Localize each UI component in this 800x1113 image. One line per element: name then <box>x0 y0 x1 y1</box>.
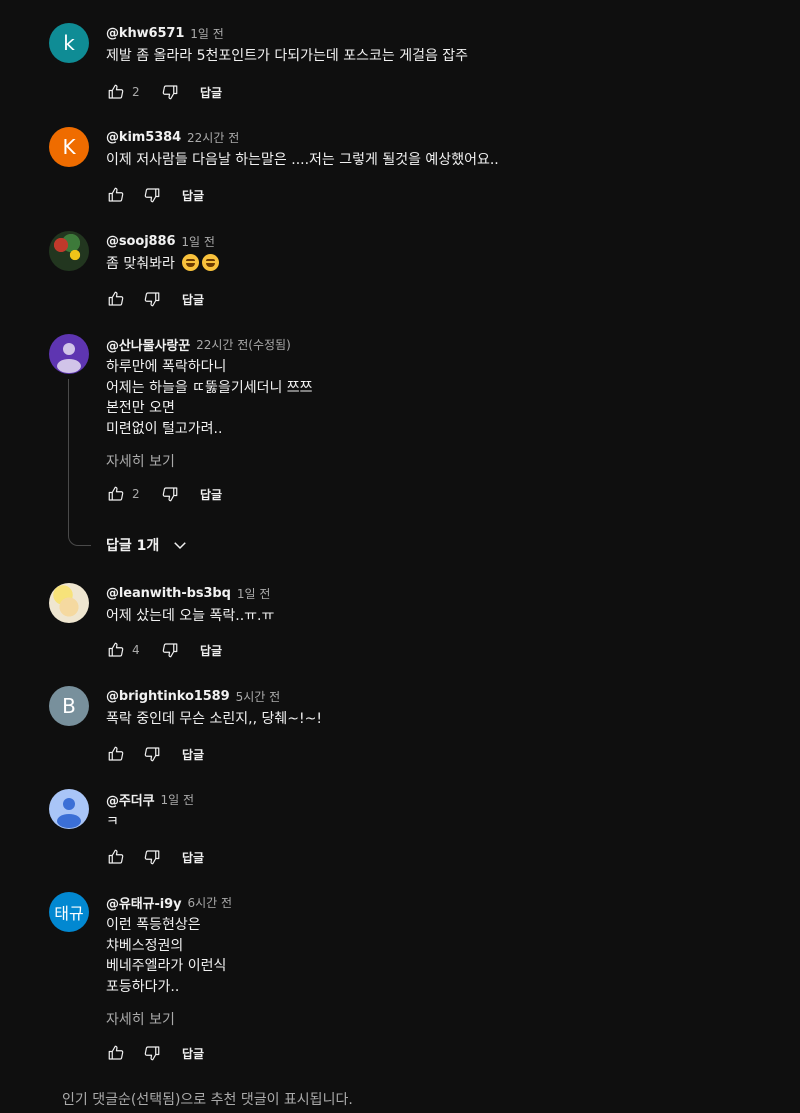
comment-text: 이런 폭등현상은 챠베스정권의 베네주엘라가 이런식 포등하다가.. <box>106 917 227 995</box>
comment-text: 하루만에 폭락하다니 어제는 하늘을 ㄸ뚫을기세더니 쯔쯔 본전만 오면 미련없이 털… <box>106 359 313 437</box>
thumbs-down-icon[interactable] <box>142 847 162 867</box>
reply-button[interactable]: 답글 <box>182 1045 204 1062</box>
comment-actions: 답글 <box>106 183 204 207</box>
thumbs-down-icon[interactable] <box>160 484 180 504</box>
like-count: 2 <box>132 487 140 501</box>
thumbs-up-icon[interactable] <box>106 640 126 660</box>
comment-time[interactable]: 6시간 전 <box>187 894 232 911</box>
avatar[interactable] <box>49 583 89 623</box>
comment-author[interactable]: @kim5384 <box>106 130 181 145</box>
comment-author[interactable]: @brightinko1589 <box>106 689 230 704</box>
avatar-initial: 태규 <box>54 904 84 923</box>
avatar[interactable] <box>49 334 89 374</box>
sort-notice: 인기 댓글순(선택됨)으로 추천 댓글이 표시됩니다. <box>62 1092 353 1108</box>
read-more-link[interactable]: 자세히 보기 <box>106 451 175 471</box>
comment-time[interactable]: 5시간 전 <box>236 688 281 705</box>
reply-button[interactable]: 답글 <box>200 84 222 101</box>
comment-actions: 답글 <box>106 742 204 766</box>
comment-time[interactable]: 1일 전 <box>237 585 271 602</box>
comment: @sooj886 1일 전 좀 맞춰봐라 답글 <box>0 231 800 321</box>
comment-time[interactable]: 22시간 전 <box>187 129 239 146</box>
comment-time[interactable]: 1일 전 <box>181 233 215 250</box>
chevron-down-icon <box>174 542 187 550</box>
reply-button[interactable]: 답글 <box>182 291 204 308</box>
laughing-emoji-icon <box>182 254 200 271</box>
comment: B @brightinko1589 5시간 전 폭락 중인데 무슨 소린지,, 당… <box>0 686 800 776</box>
comment-actions: 2 답글 <box>106 482 222 506</box>
comment-text: 어제 샀는데 오늘 폭락..ㅠ.ㅠ <box>106 608 275 624</box>
comment-actions: 답글 <box>106 287 204 311</box>
avatar[interactable]: K <box>49 127 89 167</box>
comment-time[interactable]: 22시간 전(수정됨) <box>196 336 291 353</box>
replies-count: 답글 1개 <box>106 538 160 554</box>
comment-text: 폭락 중인데 무슨 소린지,, 당췌~!~! <box>106 711 322 727</box>
comment-text: 이제 저사람들 다음날 하는말은 ....저는 그렇게 될것을 예상했어요.. <box>106 152 499 168</box>
thumbs-up-icon[interactable] <box>106 185 126 205</box>
comment-author[interactable]: @주더쿠 <box>106 790 155 809</box>
comment: @산나물사랑꾼 22시간 전(수정됨) 하루만에 폭락하다니 어제는 하늘을 ㄸ뚫을… <box>0 334 800 514</box>
default-avatar-icon <box>57 343 81 373</box>
avatar[interactable]: 태규 <box>49 892 89 932</box>
default-avatar-icon <box>57 798 81 828</box>
view-replies-button[interactable]: 답글 1개 <box>106 535 189 555</box>
comment-actions: 답글 <box>106 1041 204 1065</box>
thumbs-up-icon[interactable] <box>106 484 126 504</box>
thumbs-up-icon[interactable] <box>106 289 126 309</box>
comment: @주더쿠 1일 전 ㅋ 답글 <box>0 789 800 879</box>
comment-author[interactable]: @유태규-i9y <box>106 893 182 912</box>
thumbs-down-icon[interactable] <box>142 744 162 764</box>
reply-button[interactable]: 답글 <box>182 849 204 866</box>
comment-text: 좀 맞춰봐라 <box>106 254 220 275</box>
thumbs-down-icon[interactable] <box>142 1043 162 1063</box>
thumbs-up-icon[interactable] <box>106 1043 126 1063</box>
reply-button[interactable]: 답글 <box>182 746 204 763</box>
comment-text: ㅋ <box>106 814 119 830</box>
comment-author[interactable]: @khw6571 <box>106 26 184 41</box>
comment-text: 제발 좀 올라라 5천포인트가 다되가는데 포스코는 게걸음 잡주 <box>106 48 469 64</box>
avatar-initial: k <box>63 31 75 55</box>
avatar[interactable] <box>49 231 89 271</box>
comment-actions: 답글 <box>106 845 204 869</box>
comment-actions: 2 답글 <box>106 80 222 104</box>
avatar-initial: K <box>62 135 76 159</box>
thumbs-up-icon[interactable] <box>106 82 126 102</box>
comment: k @khw6571 1일 전 제발 좀 올라라 5천포인트가 다되가는데 포스코… <box>0 23 800 113</box>
comment: 태규 @유태규-i9y 6시간 전 이런 폭등현상은 챠베스정권의 베네주엘라가 이런… <box>0 892 800 1072</box>
comment: K @kim5384 22시간 전 이제 저사람들 다음날 하는말은 ....저는… <box>0 127 800 217</box>
reply-button[interactable]: 답글 <box>200 642 222 659</box>
comment: @leanwith-bs3bq 1일 전 어제 샀는데 오늘 폭락..ㅠ.ㅠ 4 … <box>0 583 800 673</box>
comment-author[interactable]: @leanwith-bs3bq <box>106 586 231 601</box>
reply-button[interactable]: 답글 <box>182 187 204 204</box>
avatar[interactable]: B <box>49 686 89 726</box>
read-more-link[interactable]: 자세히 보기 <box>106 1009 175 1029</box>
thumbs-up-icon[interactable] <box>106 744 126 764</box>
avatar[interactable] <box>49 789 89 829</box>
laughing-emoji-icon <box>202 254 220 271</box>
comment-time[interactable]: 1일 전 <box>190 25 224 42</box>
comment-time[interactable]: 1일 전 <box>160 791 194 808</box>
comment-author[interactable]: @산나물사랑꾼 <box>106 335 190 354</box>
avatar-initial: B <box>62 694 76 718</box>
like-count: 4 <box>132 643 140 657</box>
reply-button[interactable]: 답글 <box>200 486 222 503</box>
avatar[interactable]: k <box>49 23 89 63</box>
thumbs-down-icon[interactable] <box>160 82 180 102</box>
thumbs-down-icon[interactable] <box>142 289 162 309</box>
thumbs-down-icon[interactable] <box>142 185 162 205</box>
comment-author[interactable]: @sooj886 <box>106 234 176 249</box>
thumbs-up-icon[interactable] <box>106 847 126 867</box>
comment-actions: 4 답글 <box>106 638 222 662</box>
thumbs-down-icon[interactable] <box>160 640 180 660</box>
like-count: 2 <box>132 85 140 99</box>
